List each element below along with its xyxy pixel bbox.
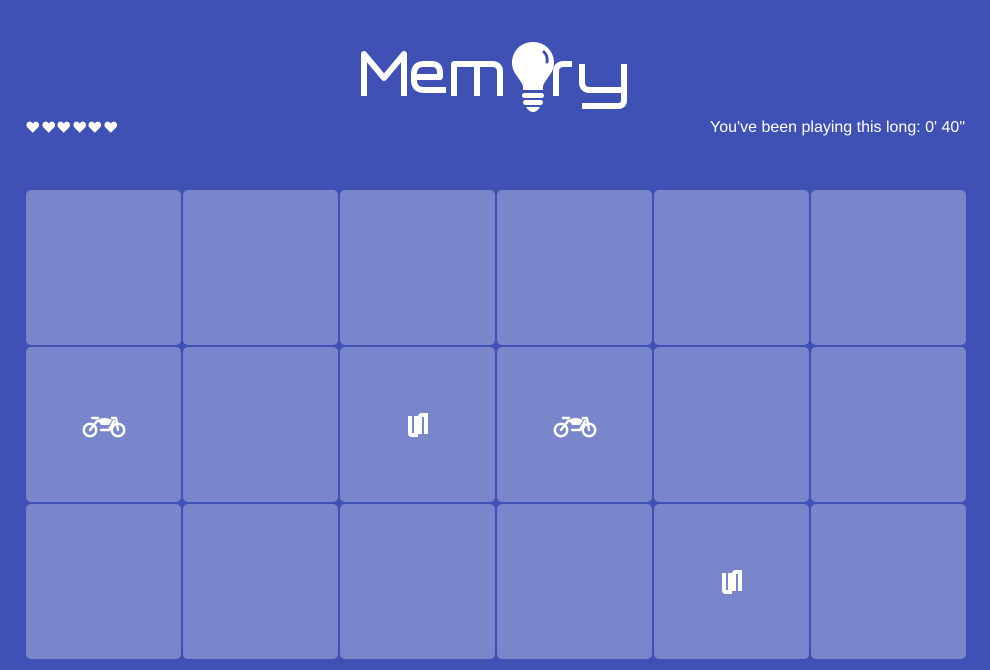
memory-logo: [360, 40, 632, 112]
memory-logo-image: [361, 42, 627, 112]
heart-icon: [26, 120, 40, 134]
card-open[interactable]: [340, 347, 495, 502]
timer-label: You've been playing this long:: [710, 119, 926, 136]
motorcycle-icon: [553, 412, 597, 438]
card-closed[interactable]: [26, 190, 181, 345]
lives-hearts: [26, 120, 117, 134]
motorcycle-icon: [82, 412, 126, 438]
card-closed[interactable]: [340, 504, 495, 659]
card-closed[interactable]: [26, 504, 181, 659]
play-timer: You've been playing this long: 0' 40": [710, 119, 965, 137]
ui-logo-icon: [719, 568, 745, 596]
heart-icon: [104, 120, 118, 134]
card-open[interactable]: [654, 504, 809, 659]
card-board: [26, 190, 966, 659]
card-closed[interactable]: [340, 190, 495, 345]
card-closed[interactable]: [183, 504, 338, 659]
ui-logo-icon: [405, 411, 431, 439]
card-open[interactable]: [497, 347, 652, 502]
heart-icon: [73, 120, 87, 134]
card-open[interactable]: [26, 347, 181, 502]
card-closed[interactable]: [183, 190, 338, 345]
card-closed[interactable]: [183, 347, 338, 502]
card-closed[interactable]: [497, 504, 652, 659]
heart-icon: [88, 120, 102, 134]
card-closed[interactable]: [654, 190, 809, 345]
timer-value: 0' 40": [925, 119, 965, 136]
card-closed[interactable]: [811, 504, 966, 659]
heart-icon: [57, 120, 71, 134]
heart-icon: [42, 120, 56, 134]
card-closed[interactable]: [811, 347, 966, 502]
card-closed[interactable]: [654, 347, 809, 502]
card-closed[interactable]: [497, 190, 652, 345]
card-closed[interactable]: [811, 190, 966, 345]
